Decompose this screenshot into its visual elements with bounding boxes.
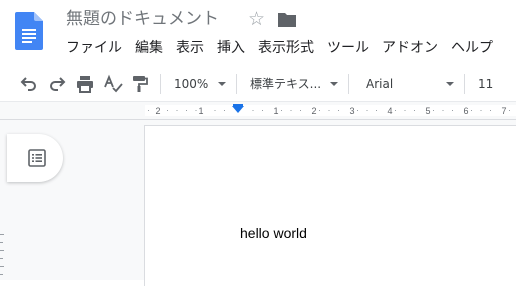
ruler-tick [186, 110, 187, 111]
ruler-tick [452, 110, 453, 111]
ruler-tick [442, 110, 444, 111]
ruler-label: 2 [311, 106, 316, 116]
menu-insert[interactable]: 挿入 [217, 38, 245, 58]
ruler-tick [366, 110, 368, 111]
font-size-input[interactable]: 11 [478, 73, 493, 95]
ruler-label: 2 [155, 106, 160, 116]
ruler-tick [176, 110, 178, 111]
ruler-tick [148, 110, 149, 111]
paragraph-style-caret-icon[interactable] [330, 82, 338, 86]
ruler-label: 5 [425, 106, 430, 116]
ruler-tick [195, 110, 197, 111]
menu-addons[interactable]: アドオン [382, 38, 438, 58]
ruler-tick [214, 110, 216, 111]
font-dropdown[interactable]: Arial [366, 73, 393, 95]
toolbar-separator [464, 74, 465, 94]
ruler-tick [328, 110, 330, 111]
ruler-tick [290, 110, 292, 111]
indent-marker-icon[interactable] [232, 106, 244, 113]
ruler-tick [262, 110, 263, 111]
ruler-tick [319, 110, 320, 111]
document-canvas: hello world [0, 119, 516, 286]
document-page[interactable]: hello world [145, 126, 516, 286]
document-outline-button[interactable] [7, 134, 63, 182]
ruler-tick [281, 110, 282, 111]
print-icon[interactable] [75, 74, 95, 94]
ruler-tick [252, 110, 254, 111]
ruler-tick [167, 110, 168, 111]
document-outline-icon[interactable] [28, 149, 46, 167]
menu-file[interactable]: ファイル [66, 38, 122, 58]
menu-edit[interactable]: 編集 [135, 38, 163, 58]
paint-format-icon[interactable] [129, 74, 149, 94]
ruler-label: 1 [273, 106, 278, 116]
toolbar: 100% 標準テキス... Arial 11 [0, 68, 516, 100]
spellcheck-icon[interactable] [103, 74, 123, 94]
ruler-ticks: 2 1 1 2 3 4 5 6 7 [148, 104, 510, 116]
ruler-label: 6 [463, 106, 468, 116]
redo-icon[interactable] [47, 74, 67, 94]
toolbar-separator [348, 74, 349, 94]
menu-help[interactable]: ヘルプ [451, 38, 493, 58]
star-icon[interactable]: ☆ [248, 9, 265, 29]
ruler-label: 1 [198, 106, 203, 116]
ruler-label: 3 [349, 106, 354, 116]
ruler-tick [300, 110, 301, 111]
zoom-dropdown[interactable]: 100% [174, 73, 208, 95]
document-title[interactable]: 無題のドキュメント [66, 9, 219, 29]
ruler-tick [395, 110, 396, 111]
first-line-indent-marker-icon[interactable] [233, 104, 243, 106]
ruler-tick [404, 110, 406, 111]
paragraph-style-dropdown[interactable]: 標準テキス... [250, 73, 321, 95]
ruler-tick [480, 110, 482, 111]
ruler-tick [433, 110, 434, 111]
menu-tools[interactable]: ツール [327, 38, 369, 58]
toolbar-separator [236, 74, 237, 94]
vertical-ruler[interactable] [0, 228, 6, 280]
ruler-label: 4 [387, 106, 392, 116]
ruler-tick [414, 110, 415, 111]
menu-bar: ファイル 編集 表示 挿入 表示形式 ツール アドオン ヘルプ [66, 38, 506, 58]
menu-view[interactable]: 表示 [176, 38, 204, 58]
ruler-tick [338, 110, 339, 111]
font-caret-icon[interactable] [446, 82, 454, 86]
ruler-tick [490, 110, 491, 111]
undo-icon[interactable] [19, 74, 39, 94]
ruler-tick [509, 110, 510, 111]
ruler-tick [471, 110, 472, 111]
ruler-tick [376, 110, 377, 111]
document-body-text[interactable]: hello world [240, 224, 307, 242]
zoom-caret-icon[interactable] [218, 82, 226, 86]
toolbar-separator [160, 74, 161, 94]
google-docs-icon[interactable] [15, 12, 43, 50]
horizontal-ruler[interactable]: 2 1 1 2 3 4 5 6 7 [0, 101, 516, 119]
menu-format[interactable]: 表示形式 [258, 38, 314, 58]
folder-icon[interactable] [277, 12, 297, 28]
ruler-tick [357, 110, 358, 111]
ruler-label: 7 [501, 106, 506, 116]
ruler-tick [224, 110, 225, 111]
